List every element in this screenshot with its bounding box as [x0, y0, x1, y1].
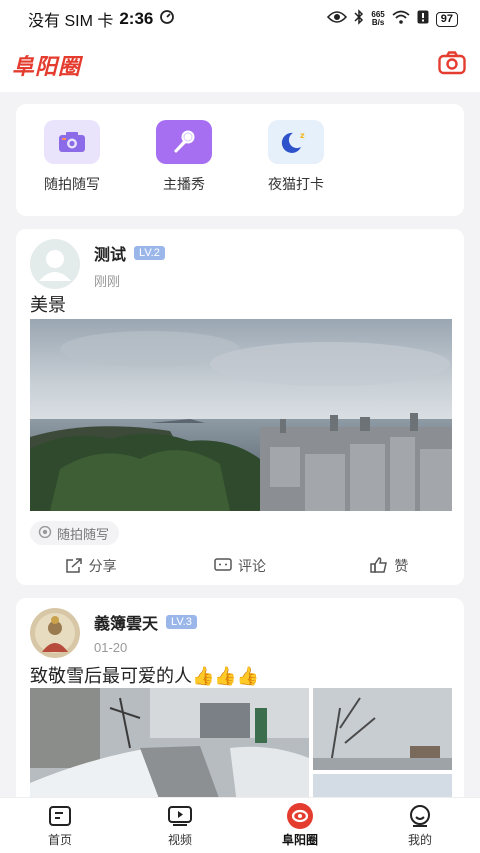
nav-video[interactable]: 视频: [120, 798, 240, 853]
nav-label: 我的: [407, 833, 432, 847]
net-speed: 665 B/s: [371, 10, 385, 27]
bluetooth-icon: [354, 8, 364, 30]
comment-icon: [214, 557, 232, 576]
comment-label: 评论: [237, 558, 266, 574]
level-badge: LV.2: [134, 246, 165, 260]
post-card[interactable]: 義簿雲天 LV.3 01-20 致敬雪后最可爱的人👍👍👍: [16, 598, 464, 818]
battery-indicator: 97: [435, 11, 458, 27]
post-actions: 分享 评论 赞: [16, 551, 464, 581]
app-logo: 阜阳圈: [12, 54, 82, 80]
bottom-nav: 首页 视频 阜阳圈 我的: [0, 797, 480, 853]
svg-text:z: z: [300, 131, 305, 140]
post-text: 致敬雪后最可爱的人👍👍👍: [30, 666, 260, 686]
camera-icon: [44, 120, 100, 164]
profile-icon: [406, 803, 434, 829]
topic-tag[interactable]: 随拍随写: [30, 521, 120, 545]
quick-action-label: 主播秀: [163, 176, 205, 192]
eye-icon: [38, 525, 52, 541]
avatar[interactable]: [30, 239, 80, 289]
quick-action-snapshot[interactable]: 随拍随写: [16, 120, 128, 216]
quick-action-anchor-show[interactable]: 主播秀: [128, 120, 240, 216]
thumbs-up-icon: [370, 556, 388, 576]
carrier-text: 没有 SIM 卡: [28, 13, 114, 30]
quick-action-label: 随拍随写: [44, 176, 100, 192]
post-card[interactable]: 测试 LV.2 刚刚 美景 随拍随写 分享 评论 赞: [16, 229, 464, 585]
data-saver-icon: [159, 9, 175, 30]
like-label: 赞: [394, 558, 409, 574]
moon-icon: z: [268, 120, 324, 164]
share-label: 分享: [88, 558, 117, 574]
nav-label: 首页: [47, 833, 72, 847]
topic-label: 随拍随写: [57, 526, 110, 542]
wifi-icon: [392, 10, 410, 29]
avatar[interactable]: [30, 608, 80, 658]
microphone-icon: [156, 120, 212, 164]
camera-button[interactable]: [436, 49, 468, 81]
home-icon: [46, 803, 74, 829]
quick-actions-card: 随拍随写 主播秀 z 夜猫打卡: [16, 104, 464, 216]
circle-icon: [286, 803, 314, 829]
post-photo[interactable]: [313, 688, 452, 771]
app-header: 阜阳圈: [0, 38, 480, 92]
share-button[interactable]: 分享: [16, 551, 165, 581]
video-icon: [166, 803, 194, 829]
nav-profile[interactable]: 我的: [360, 798, 480, 853]
comment-button[interactable]: 评论: [165, 551, 314, 581]
like-button[interactable]: 赞: [315, 551, 464, 581]
quick-action-night-checkin[interactable]: z 夜猫打卡: [240, 120, 352, 216]
post-text: 美景: [30, 295, 66, 315]
alert-icon: [417, 10, 429, 29]
post-time: 刚刚: [94, 274, 121, 289]
nav-label: 阜阳圈: [281, 833, 318, 847]
eye-icon: [327, 10, 348, 29]
clock: 2:36: [119, 9, 154, 28]
level-badge: LV.3: [166, 615, 197, 629]
share-icon: [65, 557, 83, 576]
nav-fuyang-circle[interactable]: 阜阳圈: [240, 798, 360, 853]
post-photo[interactable]: [30, 319, 452, 511]
camera-icon: [438, 50, 466, 80]
nav-label: 视频: [167, 833, 192, 847]
quick-action-label: 夜猫打卡: [268, 176, 324, 192]
status-bar: 没有 SIM 卡 2:36 665 B/s 97: [0, 0, 480, 38]
username[interactable]: 義簿雲天: [94, 610, 158, 634]
nav-home[interactable]: 首页: [0, 798, 120, 853]
username[interactable]: 测试: [94, 241, 126, 265]
post-time: 01-20: [94, 640, 128, 655]
